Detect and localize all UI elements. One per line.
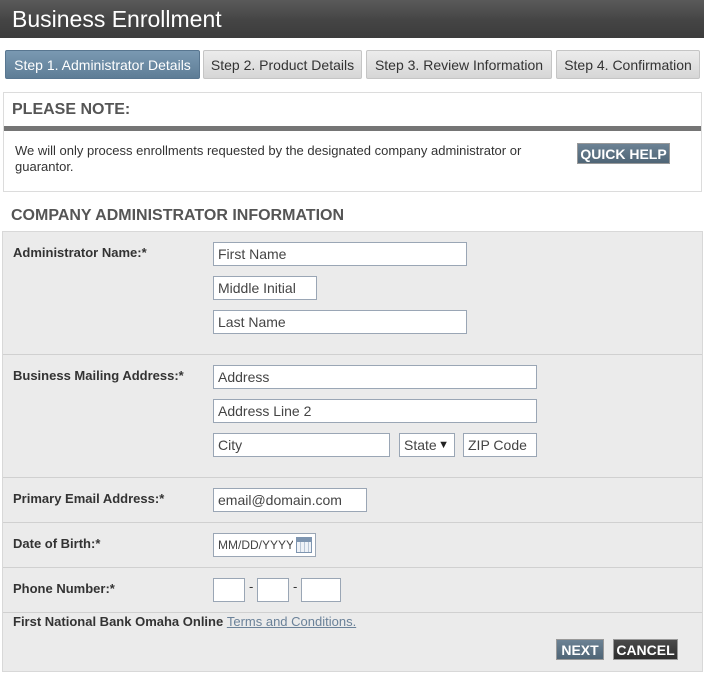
page-title: Business Enrollment — [0, 0, 704, 38]
note-text: We will only process enrollments request… — [15, 143, 522, 174]
terms-and-conditions-link[interactable]: Terms and Conditions. — [227, 614, 356, 629]
quick-help-button[interactable]: QUICK HELP — [577, 143, 670, 164]
calendar-icon[interactable] — [296, 537, 312, 553]
dob-label: Date of Birth:* — [13, 536, 101, 551]
address-input[interactable] — [213, 365, 537, 389]
chevron-down-icon: ▼ — [438, 439, 449, 451]
phone-separator: - — [293, 579, 298, 594]
state-select-value: State — [404, 437, 437, 453]
tab-step-2[interactable]: Step 2. Product Details — [203, 50, 362, 79]
middle-initial-input[interactable] — [213, 276, 317, 300]
dob-field — [213, 533, 316, 557]
phone-area-code-input[interactable] — [213, 578, 245, 602]
terms-text: First National Bank Omaha Online Terms a… — [13, 614, 356, 629]
email-input[interactable] — [213, 488, 367, 512]
row-divider — [3, 567, 702, 568]
row-divider — [3, 477, 702, 478]
terms-prefix: First National Bank Omaha Online — [13, 614, 224, 629]
step-tabs: Step 1. Administrator Details Step 2. Pr… — [5, 50, 700, 79]
phone-separator: - — [249, 579, 254, 594]
row-divider — [3, 522, 702, 523]
administrator-form: Administrator Name:* Business Mailing Ad… — [2, 231, 703, 672]
address-line-2-input[interactable] — [213, 399, 537, 423]
state-select[interactable]: State ▼ — [399, 433, 455, 457]
phone-label: Phone Number:* — [13, 581, 115, 596]
note-title: PLEASE NOTE: — [12, 101, 131, 118]
tab-step-3[interactable]: Step 3. Review Information — [366, 50, 552, 79]
cancel-button[interactable]: CANCEL — [613, 639, 678, 660]
last-name-input[interactable] — [213, 310, 467, 334]
zip-code-input[interactable] — [463, 433, 537, 457]
first-name-input[interactable] — [213, 242, 467, 266]
please-note-panel: PLEASE NOTE: We will only process enroll… — [3, 92, 702, 192]
next-button[interactable]: NEXT — [556, 639, 604, 660]
phone-line-number-input[interactable] — [301, 578, 341, 602]
tab-step-1[interactable]: Step 1. Administrator Details — [5, 50, 200, 79]
row-divider — [3, 612, 702, 613]
address-label: Business Mailing Address:* — [13, 368, 184, 383]
admin-name-label: Administrator Name:* — [13, 245, 147, 260]
city-input[interactable] — [213, 433, 390, 457]
row-divider — [3, 354, 702, 355]
section-title: COMPANY ADMINISTRATOR INFORMATION — [11, 207, 345, 224]
email-label: Primary Email Address:* — [13, 491, 165, 506]
phone-prefix-input[interactable] — [257, 578, 289, 602]
tab-step-4[interactable]: Step 4. Confirmation — [556, 50, 700, 79]
note-divider — [4, 126, 701, 131]
